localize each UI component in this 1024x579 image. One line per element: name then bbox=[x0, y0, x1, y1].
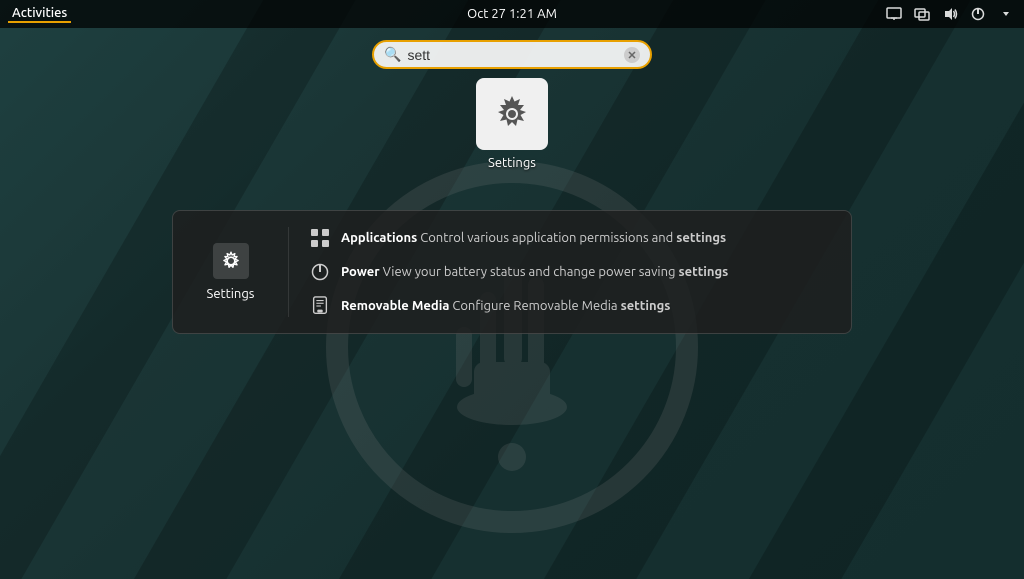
dropdown-arrow-icon[interactable] bbox=[996, 4, 1016, 24]
result-applications-desc: Control various application permissions … bbox=[420, 231, 726, 245]
topbar-right bbox=[884, 4, 1016, 24]
volume-icon[interactable] bbox=[940, 4, 960, 24]
result-media-title: Removable Media bbox=[341, 299, 449, 313]
result-applications-title: Applications bbox=[341, 231, 417, 245]
search-clear-button[interactable] bbox=[624, 47, 640, 63]
search-input[interactable] bbox=[407, 47, 624, 63]
search-icon: 🔍 bbox=[384, 46, 401, 63]
power-circle-icon bbox=[309, 261, 331, 283]
window-icon[interactable] bbox=[912, 4, 932, 24]
topbar-left: Activities bbox=[8, 6, 71, 23]
screen-icon[interactable] bbox=[884, 4, 904, 24]
results-right-section: Applications Control various application… bbox=[309, 227, 835, 317]
result-applications-text: Applications Control various application… bbox=[341, 229, 726, 247]
power-menu-icon[interactable] bbox=[968, 4, 988, 24]
search-container: 🔍 bbox=[372, 40, 652, 69]
result-power-desc: View your battery status and change powe… bbox=[383, 265, 729, 279]
removable-media-icon bbox=[309, 295, 331, 317]
topbar: Activities Oct 27 1:21 AM bbox=[0, 0, 1024, 28]
result-media-text: Removable Media Configure Removable Medi… bbox=[341, 297, 670, 315]
result-item-power[interactable]: Power View your battery status and chang… bbox=[309, 261, 835, 283]
featured-app-container: Settings bbox=[467, 78, 557, 170]
results-left-label: Settings bbox=[207, 287, 255, 301]
topbar-center: Oct 27 1:21 AM bbox=[467, 7, 557, 21]
activities-button[interactable]: Activities bbox=[8, 6, 71, 23]
settings-app-label: Settings bbox=[488, 156, 536, 170]
datetime-display: Oct 27 1:21 AM bbox=[467, 7, 557, 21]
applications-grid-icon bbox=[309, 227, 331, 249]
result-power-text: Power View your battery status and chang… bbox=[341, 263, 728, 281]
results-left-section: Settings bbox=[189, 227, 289, 317]
result-item-applications[interactable]: Applications Control various application… bbox=[309, 227, 835, 249]
results-panel: Settings Applications Control various ap… bbox=[172, 210, 852, 334]
result-item-removable-media[interactable]: Removable Media Configure Removable Medi… bbox=[309, 295, 835, 317]
result-media-desc: Configure Removable Media settings bbox=[452, 299, 670, 313]
result-power-title: Power bbox=[341, 265, 380, 279]
search-bar: 🔍 bbox=[372, 40, 652, 69]
results-settings-icon bbox=[213, 243, 249, 279]
settings-app-icon[interactable] bbox=[476, 78, 548, 150]
